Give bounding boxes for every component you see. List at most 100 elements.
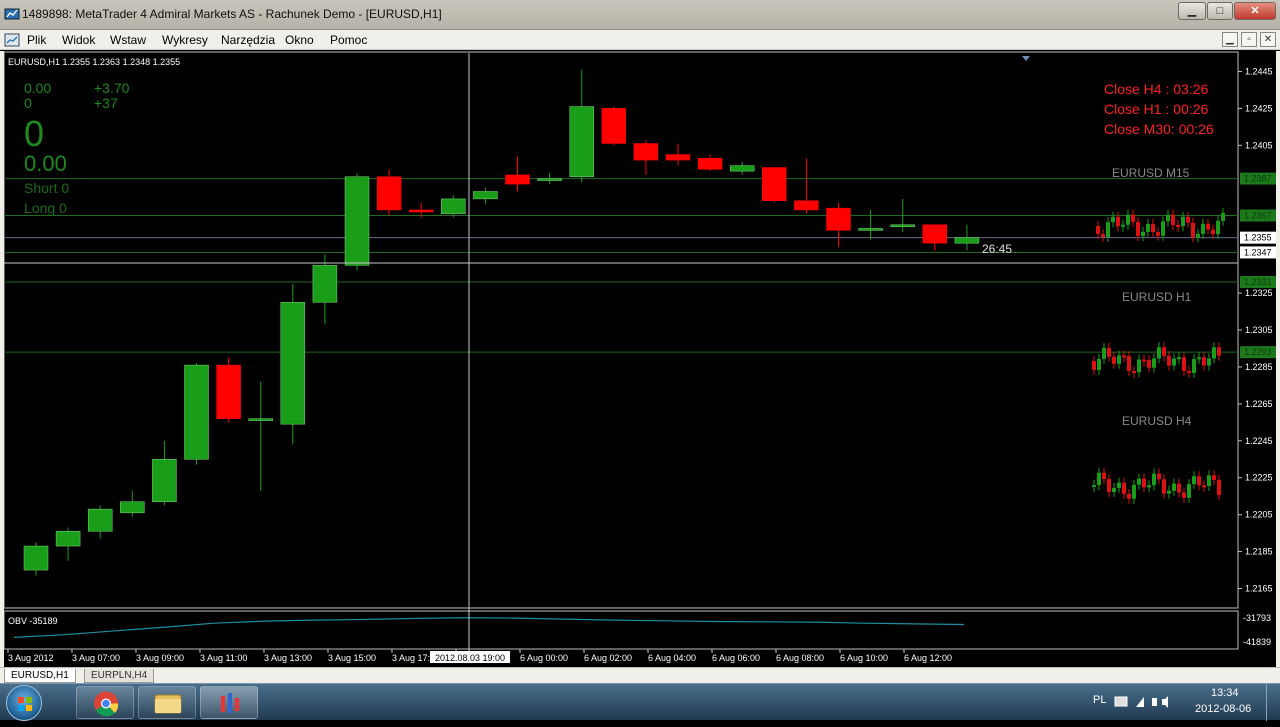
mini-h4-candle-body: [1162, 479, 1166, 494]
price-label: 1.2305: [1245, 325, 1273, 335]
candle-body: [537, 178, 562, 181]
time-label: 6 Aug 06:00: [712, 653, 760, 663]
mini-h4-candle-body: [1142, 478, 1146, 488]
mdi-restore-button[interactable]: ▫: [1241, 32, 1257, 47]
mini-h4-candle-body: [1167, 490, 1171, 494]
chart-window[interactable]: 1.2445 1.2425 1.2405 1.2325 1.2305 1.2285 1.22…: [0, 51, 1280, 667]
candle-body: [312, 265, 338, 303]
mini-h1-candle-body: [1097, 358, 1101, 370]
mini-h1-candle-body: [1117, 355, 1121, 364]
mini-h4-candle-body: [1172, 483, 1176, 491]
mini-h1-candle-body: [1142, 359, 1146, 362]
close-button[interactable]: ✕: [1234, 2, 1276, 20]
folder-icon: [154, 694, 182, 714]
mini-m15-candle-body: [1211, 229, 1215, 235]
mini-m15-candle-body: [1111, 216, 1115, 223]
menu-bar: Plik Widok Wstaw Wykresy Narzędzia Okno …: [0, 30, 1280, 50]
mini-h4-candle-body: [1137, 478, 1141, 485]
mini-m15-candle-body: [1146, 224, 1150, 232]
mini-h4-candle-body: [1132, 484, 1136, 499]
mini-m15-candle-body: [1176, 224, 1180, 227]
candle-body: [441, 198, 466, 214]
mini-h4-candle-body: [1122, 482, 1126, 494]
taskbar-chrome[interactable]: [76, 686, 134, 719]
mini-h1-candle-body: [1162, 347, 1166, 356]
tab-eurusd-h1[interactable]: EURUSD,H1: [4, 669, 76, 683]
positions-big-number: 0: [24, 113, 44, 154]
price-label: 1.2325: [1245, 288, 1273, 298]
chart-shift-arrow-icon[interactable]: [1022, 56, 1030, 61]
mini-h4-candle-body: [1207, 475, 1211, 486]
mini-h1-candle-body: [1122, 355, 1126, 358]
price-chart[interactable]: 1.2445 1.2425 1.2405 1.2325 1.2305 1.2285 1.22…: [4, 51, 1276, 667]
menu-plik[interactable]: Plik: [27, 33, 46, 47]
mini-h4-candle-body: [1127, 493, 1131, 499]
tray-clock-date[interactable]: 2012-08-06: [1195, 703, 1251, 715]
minimize-button[interactable]: ▁: [1178, 2, 1206, 20]
mini-h1-candle-body: [1137, 359, 1141, 373]
candle-body: [922, 224, 948, 244]
mini-m15-candle-body: [1131, 214, 1135, 222]
mini-chart-label-m15: EURUSD M15: [1112, 166, 1190, 180]
candle-body: [120, 501, 145, 514]
price-label: 1.2185: [1245, 547, 1273, 557]
candle-body: [665, 154, 691, 161]
mini-h4-candle-body: [1112, 487, 1116, 493]
obv-window-frame: [4, 610, 1239, 650]
price-label: 1.2425: [1245, 103, 1273, 113]
candle-body: [376, 176, 402, 211]
tray-icons: [1114, 696, 1168, 708]
mini-m15-candle-body: [1101, 234, 1105, 238]
mini-h4-candle-body: [1147, 485, 1151, 488]
candle-body: [184, 364, 209, 460]
mini-m15-candle-body: [1116, 216, 1120, 227]
menu-okno[interactable]: Okno: [285, 33, 314, 47]
profit-pips-2: +37: [94, 95, 118, 111]
taskbar-explorer[interactable]: [138, 686, 196, 719]
mini-h4-candle-body: [1117, 482, 1121, 488]
language-indicator[interactable]: PL: [1093, 694, 1106, 706]
menu-wstaw[interactable]: Wstaw: [110, 33, 146, 47]
time-label: 3 Aug 11:00: [200, 653, 247, 663]
price-label: 1.2265: [1245, 399, 1273, 409]
tray-clock-time[interactable]: 13:34: [1211, 687, 1239, 699]
mini-h1-candle-body: [1202, 357, 1206, 366]
time-label: 3 Aug 15:00: [328, 653, 376, 663]
menu-widok[interactable]: Widok: [62, 33, 95, 47]
mdi-close-button[interactable]: ✕: [1260, 32, 1276, 47]
start-button[interactable]: [6, 685, 42, 721]
mini-m15-candle-body: [1096, 226, 1100, 235]
mini-h1-candle-body: [1147, 360, 1151, 368]
mdi-minimize-button[interactable]: ▁: [1222, 32, 1238, 47]
obv-tick-bottom: -41839: [1243, 637, 1271, 647]
mini-h1-candle-body: [1132, 371, 1136, 374]
obv-tick-top: -31793: [1243, 613, 1271, 623]
chart-window-icon[interactable]: [4, 32, 20, 48]
chrome-icon: [94, 691, 119, 717]
time-label: 3 Aug 07:00: [72, 653, 120, 663]
price-marker-label: 1.2387: [1244, 174, 1272, 184]
price-marker-label: 1.2331: [1244, 277, 1272, 287]
profit-value-1: 0.00: [24, 80, 51, 96]
mini-h4-candle-body: [1092, 484, 1096, 487]
candle-body: [729, 165, 755, 172]
long-positions-label: Long 0: [24, 200, 67, 216]
maximize-button[interactable]: □: [1207, 2, 1233, 20]
mini-h1-candle-body: [1182, 357, 1186, 372]
menu-pomoc[interactable]: Pomoc: [330, 33, 367, 47]
candle-body: [954, 237, 980, 244]
show-desktop-button[interactable]: [1266, 684, 1280, 721]
mini-m15-candle-body: [1171, 214, 1175, 225]
taskbar-metatrader[interactable]: [200, 686, 258, 719]
time-label: 6 Aug 08:00: [776, 653, 824, 663]
mini-h1-candle-body: [1092, 361, 1096, 370]
window-titlebar: 1489898: MetaTrader 4 Admiral Markets AS…: [0, 0, 1280, 30]
candle-body: [697, 158, 723, 170]
mini-h4-candle-body: [1212, 475, 1216, 480]
menu-narzedzia[interactable]: Narzędzia: [221, 33, 275, 47]
candle-body: [55, 531, 81, 547]
mini-m15-candle-body: [1151, 224, 1155, 233]
tab-eurpln-h4[interactable]: EURPLN,H4: [84, 669, 155, 683]
menu-wykresy[interactable]: Wykresy: [162, 33, 208, 47]
mini-chart-label-h4: EURUSD H4: [1122, 414, 1192, 428]
